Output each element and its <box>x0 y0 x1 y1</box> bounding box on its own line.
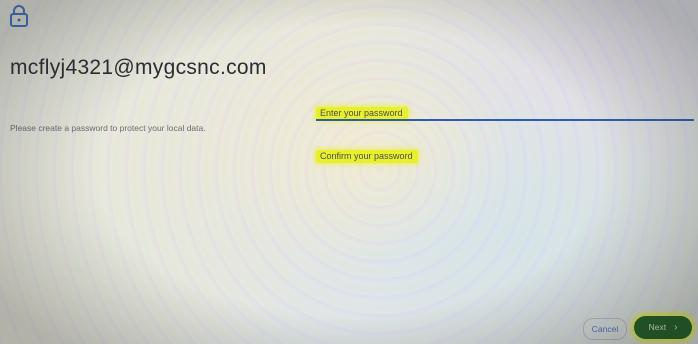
next-button-label: Next <box>648 322 667 332</box>
account-email: mcflyj4321@mygcsnc.com <box>10 56 267 79</box>
description-text: Please create a password to protect your… <box>10 123 206 133</box>
enter-password-field[interactable]: Enter your password <box>316 103 694 121</box>
lock-icon <box>10 5 28 27</box>
chevron-right-icon: › <box>674 322 678 333</box>
confirm-password-underline <box>316 162 694 163</box>
enter-password-underline <box>316 119 694 121</box>
cancel-button[interactable]: Cancel <box>583 318 627 340</box>
next-button[interactable]: Next › <box>634 316 692 339</box>
moire-overlay <box>0 0 698 344</box>
confirm-password-field[interactable]: Confirm your password <box>316 146 694 164</box>
